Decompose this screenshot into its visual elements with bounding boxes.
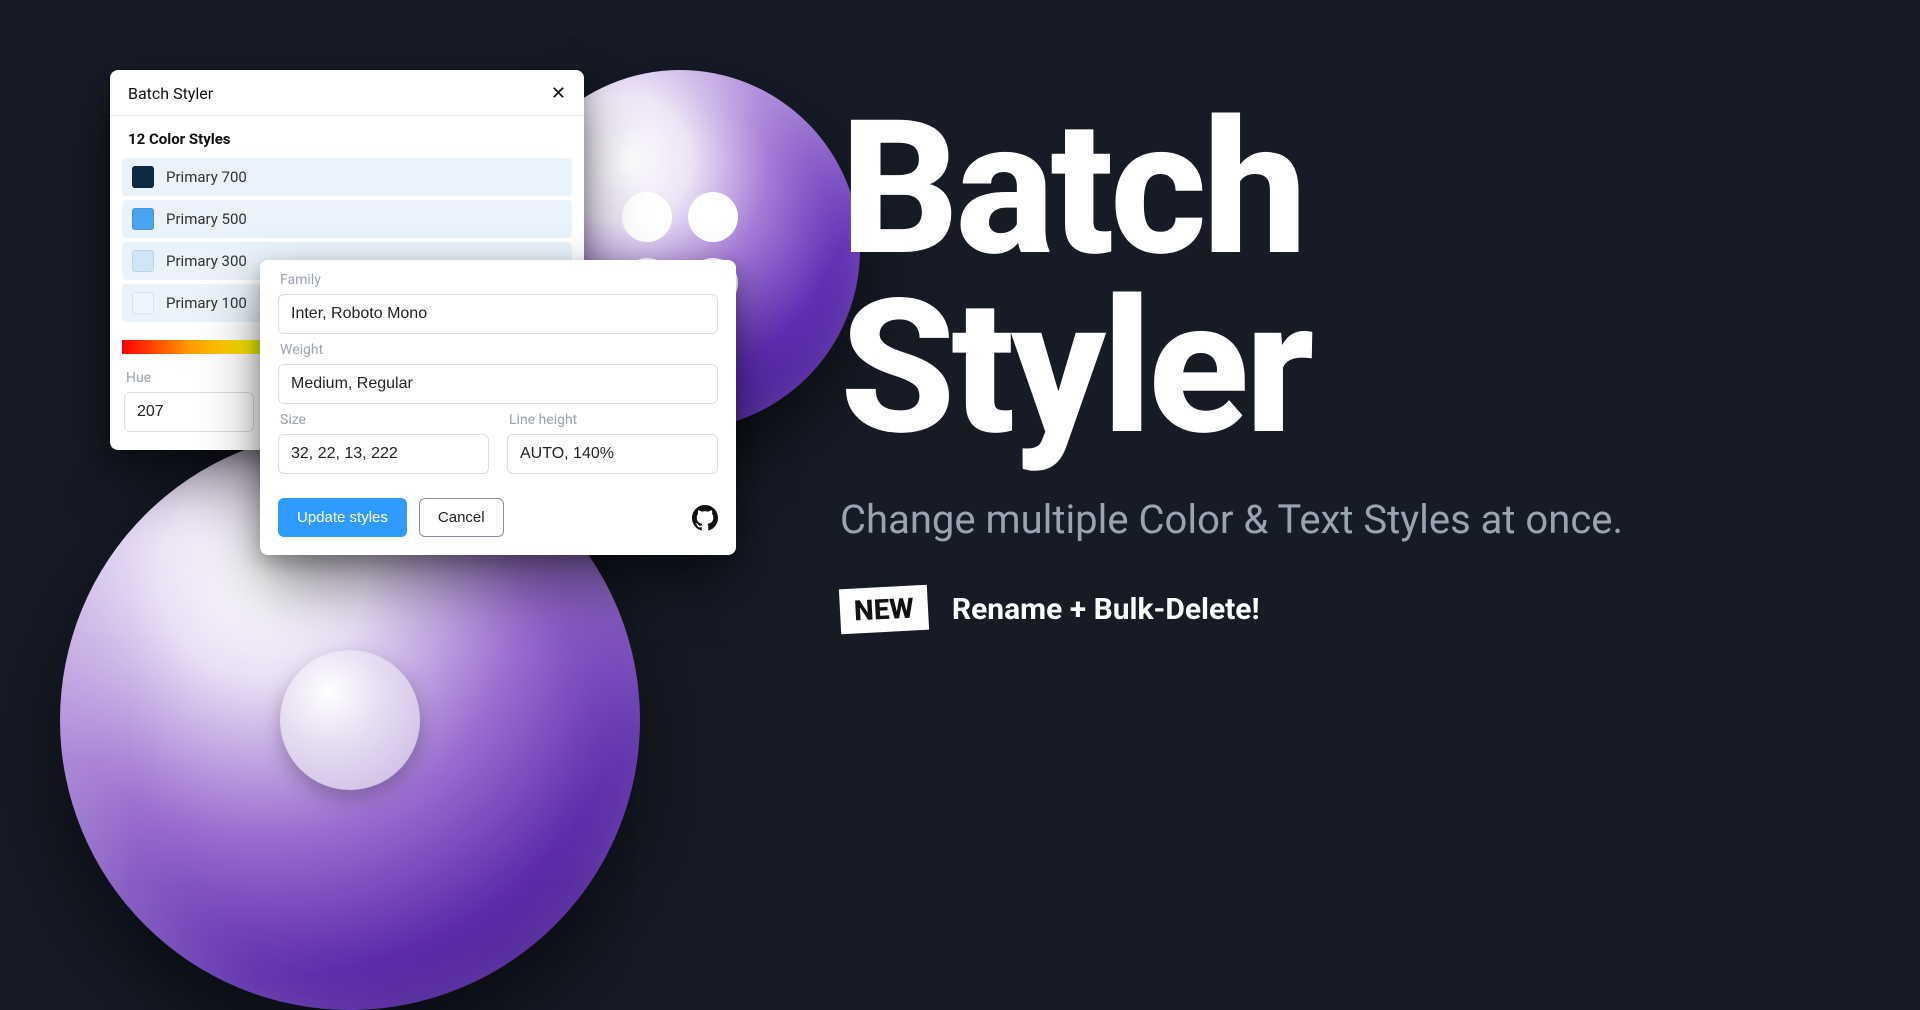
new-badge: NEW <box>839 585 929 635</box>
color-swatch <box>132 292 154 314</box>
github-icon[interactable] <box>692 505 718 531</box>
color-swatch <box>132 166 154 188</box>
family-input[interactable] <box>278 294 718 334</box>
new-feature-row: NEW Rename + Bulk-Delete! <box>840 587 1840 632</box>
style-label: Primary 500 <box>166 210 247 228</box>
color-swatch <box>132 250 154 272</box>
panel-title: Batch Styler <box>128 84 213 103</box>
lineheight-label: Line height <box>509 412 718 428</box>
style-label: Primary 300 <box>166 252 247 270</box>
text-styles-panel: Family Weight Size Line height Update st… <box>260 260 736 555</box>
hero-title: Batch Styler <box>840 100 1840 457</box>
style-label: Primary 700 <box>166 168 247 186</box>
section-title: 12 Color Styles <box>110 116 584 158</box>
family-label: Family <box>280 272 718 288</box>
color-swatch <box>132 208 154 230</box>
close-icon[interactable]: ✕ <box>551 85 566 103</box>
new-feature-text: Rename + Bulk-Delete! <box>952 592 1260 627</box>
weight-label: Weight <box>280 342 718 358</box>
style-row[interactable]: Primary 700 <box>122 158 572 196</box>
hero-section: Batch Styler Change multiple Color & Tex… <box>840 100 1840 632</box>
cancel-button[interactable]: Cancel <box>419 498 504 537</box>
weight-input[interactable] <box>278 364 718 404</box>
style-label: Primary 100 <box>166 294 247 312</box>
panel-header: Batch Styler ✕ <box>110 70 584 116</box>
size-label: Size <box>280 412 489 428</box>
update-styles-button[interactable]: Update styles <box>278 498 407 537</box>
hue-input[interactable] <box>124 392 254 432</box>
hero-title-line2: Styler <box>840 259 1310 477</box>
hero-tagline: Change multiple Color & Text Styles at o… <box>840 493 1840 547</box>
size-input[interactable] <box>278 434 489 474</box>
style-row[interactable]: Primary 500 <box>122 200 572 238</box>
lineheight-input[interactable] <box>507 434 718 474</box>
